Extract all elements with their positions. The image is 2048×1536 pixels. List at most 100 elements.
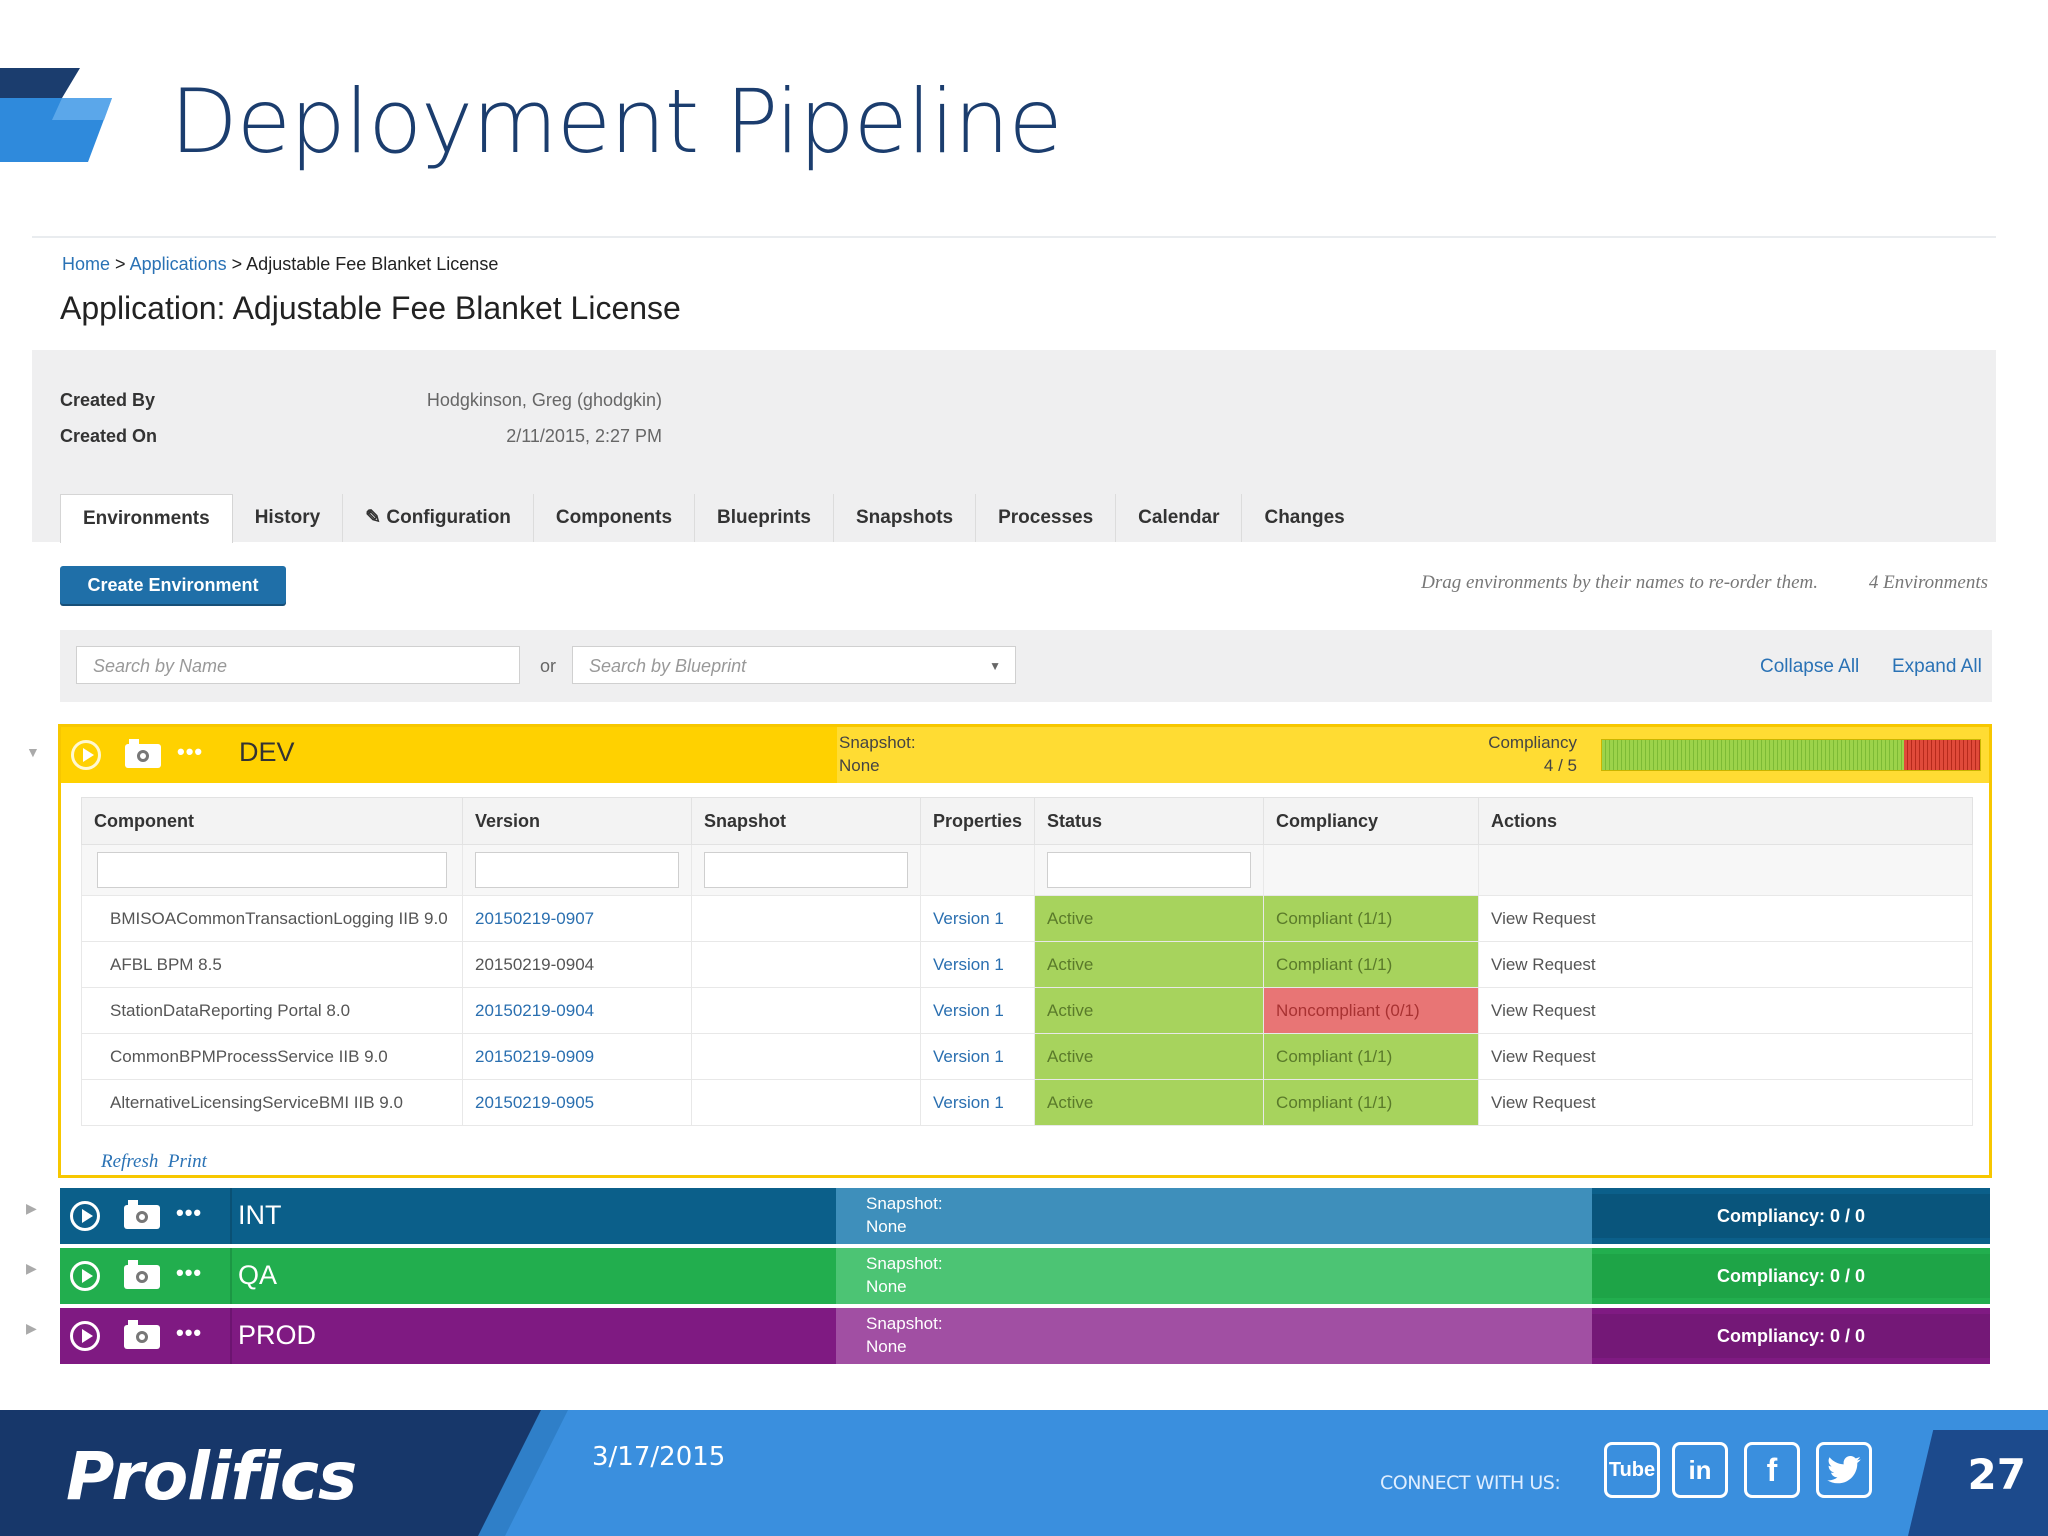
snapshot-label: Snapshot:	[839, 733, 916, 752]
properties-link[interactable]: Version 1	[919, 1079, 1036, 1126]
divider	[230, 1248, 232, 1304]
status-cell: Active	[1034, 941, 1265, 988]
column-header-compliancy[interactable]: Compliancy	[1263, 797, 1480, 845]
create-environment-button[interactable]: Create Environment	[60, 566, 286, 604]
properties-link[interactable]: Version 1	[919, 941, 1036, 988]
youtube-icon[interactable]: Tube	[1604, 1442, 1660, 1498]
status-filter-input[interactable]	[1047, 852, 1252, 888]
snapshot-cell	[691, 941, 921, 988]
camera-icon[interactable]	[124, 1200, 160, 1229]
search-by-blueprint-select[interactable]: Search by Blueprint ▼	[572, 646, 1016, 684]
component-filter-input[interactable]	[97, 852, 447, 888]
properties-link[interactable]: Version 1	[919, 1033, 1036, 1080]
snapshot-label: Snapshot:	[866, 1254, 943, 1273]
view-request-link[interactable]: View Request	[1478, 1033, 1973, 1080]
breadcrumb-separator: >	[115, 254, 126, 274]
refresh-link[interactable]: Refresh	[101, 1151, 158, 1172]
view-request-link[interactable]: View Request	[1478, 987, 1973, 1034]
breadcrumb-applications-link[interactable]: Applications	[130, 254, 227, 274]
compliancy-cell: Compliant (1/1)	[1263, 895, 1480, 942]
snapshot-filter-input[interactable]	[704, 852, 908, 888]
facebook-icon[interactable]: f	[1744, 1442, 1800, 1498]
view-request-link[interactable]: View Request	[1478, 1079, 1973, 1126]
expand-arrow-icon[interactable]: ▶	[26, 1320, 37, 1337]
compliancy-progress-bar	[1601, 739, 1981, 771]
tab-calendar[interactable]: Calendar	[1116, 494, 1243, 542]
tab-processes[interactable]: Processes	[976, 494, 1117, 542]
camera-icon[interactable]	[124, 1260, 160, 1289]
column-header-actions[interactable]: Actions	[1478, 797, 1973, 845]
breadcrumb-separator: >	[231, 254, 243, 274]
environment-qa[interactable]: ••• QA Snapshot: None Compliancy: 0 / 0	[60, 1248, 1990, 1304]
play-circle-icon[interactable]	[70, 1321, 100, 1351]
version-cell[interactable]: 20150219-0905	[462, 1079, 692, 1126]
collapse-all-link[interactable]: Collapse All	[1760, 656, 1859, 678]
top-divider	[32, 236, 1996, 238]
version-cell[interactable]: 20150219-0909	[462, 1033, 692, 1080]
tab-environments[interactable]: Environments	[60, 494, 233, 543]
column-header-snapshot[interactable]: Snapshot	[691, 797, 921, 845]
play-circle-icon[interactable]	[70, 1261, 100, 1291]
snapshot-value: None	[866, 1337, 907, 1356]
version-cell[interactable]: 20150219-0907	[462, 895, 692, 942]
print-link[interactable]: Print	[168, 1151, 207, 1172]
properties-link[interactable]: Version 1	[919, 987, 1036, 1034]
environment-prod[interactable]: ••• PROD Snapshot: None Compliancy: 0 / …	[60, 1308, 1990, 1364]
environment-qa-compliancy: Compliancy: 0 / 0	[1592, 1254, 1990, 1298]
environment-int[interactable]: ••• INT Snapshot: None Compliancy: 0 / 0	[60, 1188, 1990, 1244]
more-dots-icon[interactable]: •••	[177, 739, 203, 765]
column-header-version[interactable]: Version	[462, 797, 692, 845]
environment-prod-name[interactable]: PROD	[238, 1320, 316, 1351]
expand-all-link[interactable]: Expand All	[1892, 656, 1982, 678]
environment-int-icons: •••	[60, 1188, 230, 1244]
created-on-label: Created On	[60, 426, 158, 446]
environment-int-name[interactable]: INT	[238, 1200, 282, 1231]
column-header-status[interactable]: Status	[1034, 797, 1265, 845]
environment-dev-name[interactable]: DEV	[239, 737, 295, 768]
tab-snapshots[interactable]: Snapshots	[834, 494, 977, 542]
play-circle-icon[interactable]	[71, 740, 101, 770]
tab-blueprints[interactable]: Blueprints	[695, 494, 834, 542]
linkedin-icon[interactable]: in	[1672, 1442, 1728, 1498]
more-dots-icon[interactable]: •••	[176, 1200, 202, 1226]
tab-changes[interactable]: Changes	[1242, 494, 1366, 542]
snapshot-value: None	[866, 1217, 907, 1236]
breadcrumb-home-link[interactable]: Home	[62, 254, 110, 274]
twitter-icon[interactable]	[1816, 1442, 1872, 1498]
or-label: or	[540, 656, 557, 676]
column-header-properties[interactable]: Properties	[919, 797, 1036, 845]
table-row: AFBL BPM 8.5 20150219-0904 Version 1 Active…	[81, 941, 1973, 988]
camera-icon[interactable]	[125, 739, 161, 768]
expand-arrow-icon[interactable]: ▶	[26, 1260, 37, 1277]
status-cell: Active	[1034, 1079, 1265, 1126]
properties-link[interactable]: Version 1	[919, 895, 1036, 942]
version-filter-input[interactable]	[475, 852, 679, 888]
app-screenshot: Home > Applications > Adjustable Fee Bla…	[26, 236, 1996, 1406]
footer-date: 3/17/2015	[592, 1442, 726, 1472]
column-header-component[interactable]: Component	[81, 797, 463, 845]
environment-dev: ••• DEV Snapshot: None Compliancy 4 / 5 …	[58, 724, 1992, 1178]
view-request-link[interactable]: View Request	[1478, 895, 1973, 942]
snapshot-cell	[691, 987, 921, 1034]
camera-icon[interactable]	[124, 1320, 160, 1349]
tab-history[interactable]: History	[233, 494, 344, 542]
compliancy-cell: Noncompliant (0/1)	[1263, 987, 1480, 1034]
expand-arrow-icon[interactable]: ▶	[26, 1200, 37, 1217]
slide-title: Deployment Pipeline	[170, 70, 1063, 173]
version-cell[interactable]: 20150219-0904	[462, 987, 692, 1034]
filter-cell	[1034, 844, 1265, 896]
more-dots-icon[interactable]: •••	[176, 1260, 202, 1286]
environment-qa-name[interactable]: QA	[238, 1260, 277, 1291]
view-request-link[interactable]: View Request	[1478, 941, 1973, 988]
chevron-down-icon: ▼	[989, 659, 1001, 673]
more-dots-icon[interactable]: •••	[176, 1320, 202, 1346]
tab-configuration[interactable]: ✎ Configuration	[343, 494, 534, 542]
play-circle-icon[interactable]	[70, 1201, 100, 1231]
environment-dev-header[interactable]: ••• DEV Snapshot: None Compliancy 4 / 5	[61, 727, 1989, 783]
search-by-name-input[interactable]: Search by Name	[76, 646, 520, 684]
compliancy-cell: Compliant (1/1)	[1263, 1079, 1480, 1126]
collapse-arrow-icon[interactable]: ▼	[26, 744, 40, 760]
status-cell: Active	[1034, 895, 1265, 942]
tab-components[interactable]: Components	[534, 494, 696, 542]
breadcrumb: Home > Applications > Adjustable Fee Bla…	[62, 254, 498, 275]
